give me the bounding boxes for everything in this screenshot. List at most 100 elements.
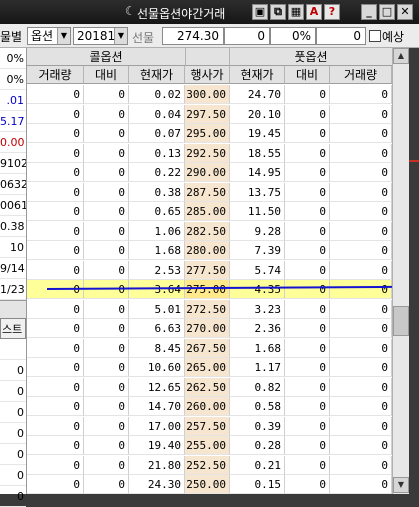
strike-price-cell[interactable]: 290.00 xyxy=(185,163,230,182)
put-change-cell[interactable]: 0 xyxy=(285,377,330,397)
put-price-cell[interactable]: 5.74 xyxy=(230,260,285,280)
put-volume-cell[interactable]: 0 xyxy=(330,241,392,260)
put-volume-cell[interactable]: 0 xyxy=(330,338,392,358)
call-price-cell[interactable]: 6.63 xyxy=(129,319,185,338)
put-change-cell[interactable]: 0 xyxy=(285,260,330,280)
put-volume-cell[interactable]: 0 xyxy=(330,455,392,475)
put-change-cell[interactable]: 0 xyxy=(285,124,330,143)
put-volume-cell[interactable]: 0 xyxy=(330,358,392,377)
put-price-cell[interactable]: 1.68 xyxy=(230,338,285,358)
call-change-cell[interactable]: 0 xyxy=(84,260,129,280)
call-change-cell[interactable]: 0 xyxy=(84,319,129,338)
call-change-cell[interactable]: 0 xyxy=(84,377,129,397)
call-change-cell[interactable]: 0 xyxy=(84,397,129,416)
call-change-cell[interactable]: 0 xyxy=(84,202,129,221)
strike-price-cell[interactable]: 270.00 xyxy=(185,319,230,338)
call-volume-cell[interactable]: 0 xyxy=(27,182,84,202)
maximize-icon[interactable]: □ xyxy=(379,4,395,20)
put-volume-cell[interactable]: 0 xyxy=(330,397,392,416)
call-volume-cell[interactable]: 0 xyxy=(27,416,84,436)
put-price-cell[interactable]: 0.82 xyxy=(230,377,285,397)
strike-price-cell[interactable]: 262.50 xyxy=(185,377,230,397)
call-price-cell[interactable]: 0.02 xyxy=(129,85,185,104)
month-select[interactable]: 201812 ▼ xyxy=(73,27,128,45)
call-change-cell[interactable]: 0 xyxy=(84,124,129,143)
strike-price-cell[interactable]: 272.50 xyxy=(185,299,230,319)
call-volume-cell[interactable]: 0 xyxy=(27,104,84,124)
call-price-cell[interactable]: 0.07 xyxy=(129,124,185,143)
call-price-cell[interactable]: 0.22 xyxy=(129,163,185,182)
put-price-cell[interactable]: 20.10 xyxy=(230,104,285,124)
call-price-cell[interactable]: 14.70 xyxy=(129,397,185,416)
call-change-cell[interactable]: 0 xyxy=(84,104,129,124)
put-change-cell[interactable]: 0 xyxy=(285,280,330,299)
call-change-cell[interactable]: 0 xyxy=(84,85,129,104)
call-price-cell[interactable]: 0.38 xyxy=(129,182,185,202)
scroll-down-icon[interactable]: ▼ xyxy=(393,477,409,493)
scroll-thumb[interactable] xyxy=(393,306,409,336)
save-icon[interactable]: ▦ xyxy=(288,4,304,20)
call-volume-cell[interactable]: 0 xyxy=(27,85,84,104)
put-change-cell[interactable]: 0 xyxy=(285,358,330,377)
strike-price-cell[interactable]: 287.50 xyxy=(185,182,230,202)
acrobat-icon[interactable]: A xyxy=(306,4,322,20)
call-volume-cell[interactable]: 0 xyxy=(27,143,84,163)
put-volume-cell[interactable]: 0 xyxy=(330,377,392,397)
put-price-cell[interactable]: 18.55 xyxy=(230,143,285,163)
chevron-down-icon[interactable]: ▼ xyxy=(57,28,70,44)
call-price-cell[interactable]: 10.60 xyxy=(129,358,185,377)
help-icon[interactable]: ? xyxy=(324,4,340,20)
put-price-cell[interactable]: 1.17 xyxy=(230,358,285,377)
call-price-cell[interactable]: 2.53 xyxy=(129,260,185,280)
put-change-cell[interactable]: 0 xyxy=(285,202,330,221)
strike-price-cell[interactable]: 282.50 xyxy=(185,221,230,241)
expected-checkbox[interactable] xyxy=(369,30,381,42)
call-volume-cell[interactable]: 0 xyxy=(27,241,84,260)
call-volume-cell[interactable]: 0 xyxy=(27,397,84,416)
strike-price-cell[interactable]: 250.00 xyxy=(185,475,230,494)
put-price-cell[interactable]: 14.95 xyxy=(230,163,285,182)
call-change-cell[interactable]: 0 xyxy=(84,475,129,494)
put-volume-cell[interactable]: 0 xyxy=(330,260,392,280)
put-change-cell[interactable]: 0 xyxy=(285,416,330,436)
call-change-cell[interactable]: 0 xyxy=(84,416,129,436)
strike-price-cell[interactable]: 292.50 xyxy=(185,143,230,163)
call-price-cell[interactable]: 12.65 xyxy=(129,377,185,397)
title-bar[interactable]: ☾ 선물옵션야간거래 ▣ ⧉ ▦ A ? _ □ ✕ xyxy=(0,0,419,24)
call-change-cell[interactable]: 0 xyxy=(84,455,129,475)
call-price-cell[interactable]: 17.00 xyxy=(129,416,185,436)
strike-price-cell[interactable]: 265.00 xyxy=(185,358,230,377)
call-price-cell[interactable]: 1.06 xyxy=(129,221,185,241)
call-price-cell[interactable]: 8.45 xyxy=(129,338,185,358)
put-volume-cell[interactable]: 0 xyxy=(330,221,392,241)
column-header-put-price[interactable]: 현재가 xyxy=(230,66,285,84)
strike-price-cell[interactable]: 285.00 xyxy=(185,202,230,221)
column-header-put-volume[interactable]: 거래량 xyxy=(330,66,392,84)
call-price-cell[interactable]: 24.30 xyxy=(129,475,185,494)
strike-price-cell[interactable]: 257.50 xyxy=(185,416,230,436)
call-price-cell[interactable]: 1.68 xyxy=(129,241,185,260)
option-type-select[interactable]: 옵션 ▼ xyxy=(27,27,71,45)
put-price-cell[interactable]: 11.50 xyxy=(230,202,285,221)
put-change-cell[interactable]: 0 xyxy=(285,85,330,104)
put-volume-cell[interactable]: 0 xyxy=(330,85,392,104)
close-icon[interactable]: ✕ xyxy=(397,4,413,20)
minimize-icon[interactable]: _ xyxy=(361,4,377,20)
call-change-cell[interactable]: 0 xyxy=(84,143,129,163)
call-volume-cell[interactable]: 0 xyxy=(27,377,84,397)
put-volume-cell[interactable]: 0 xyxy=(330,182,392,202)
put-change-cell[interactable]: 0 xyxy=(285,104,330,124)
call-price-cell[interactable]: 21.80 xyxy=(129,455,185,475)
put-change-cell[interactable]: 0 xyxy=(285,475,330,494)
put-volume-cell[interactable]: 0 xyxy=(330,202,392,221)
call-price-cell[interactable]: 0.04 xyxy=(129,104,185,124)
put-price-cell[interactable]: 2.36 xyxy=(230,319,285,338)
call-volume-cell[interactable]: 0 xyxy=(27,319,84,338)
call-volume-cell[interactable]: 0 xyxy=(27,436,84,455)
put-price-cell[interactable]: 19.45 xyxy=(230,124,285,143)
column-header-call-volume[interactable]: 거래량 xyxy=(27,66,84,84)
list-button[interactable]: 스트 xyxy=(0,318,26,339)
put-volume-cell[interactable]: 0 xyxy=(330,104,392,124)
put-volume-cell[interactable]: 0 xyxy=(330,299,392,319)
column-header-call-change[interactable]: 대비 xyxy=(84,66,129,84)
